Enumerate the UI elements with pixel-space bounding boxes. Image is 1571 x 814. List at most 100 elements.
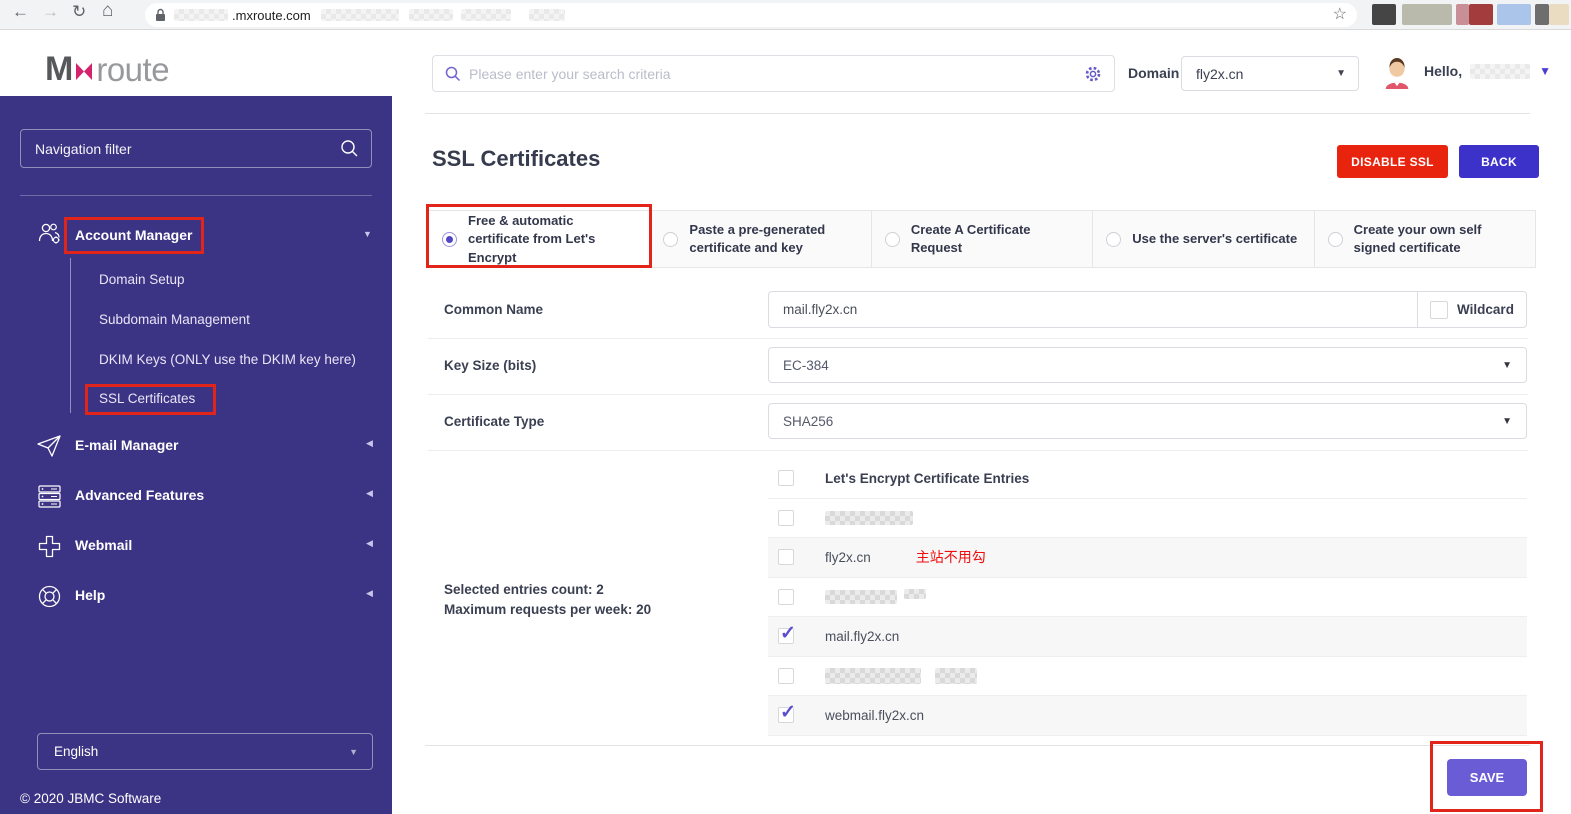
tab-self-signed[interactable]: Create your own self signed certificate xyxy=(1314,211,1536,268)
back-icon[interactable]: ← xyxy=(12,2,29,22)
chevron-left-icon[interactable]: ◀ xyxy=(366,588,373,599)
select-all-checkbox[interactable] xyxy=(778,470,794,487)
entries-header-label: Let's Encrypt Certificate Entries xyxy=(825,470,1030,486)
common-name-group: Wildcard xyxy=(768,291,1527,328)
chevron-left-icon[interactable]: ◀ xyxy=(366,488,373,499)
tab-label: Create A Certificate Request xyxy=(910,221,1031,255)
save-button[interactable]: SAVE xyxy=(1447,759,1527,796)
disable-ssl-button[interactable]: DISABLE SSL xyxy=(1337,145,1448,178)
home-icon[interactable]: ⌂ xyxy=(102,0,113,22)
chevron-down-icon: ▼ xyxy=(1502,359,1512,371)
sidebar-item-account-manager[interactable]: Account Manager xyxy=(75,227,192,243)
extension-icon[interactable] xyxy=(1372,4,1396,25)
entry-checkbox[interactable] xyxy=(778,588,794,605)
extension-icon[interactable] xyxy=(1456,4,1469,25)
certificate-type-tabs: Free & automatic certificate from Let's … xyxy=(428,210,1536,268)
certificate-type-select[interactable]: SHA256 ▼ xyxy=(768,403,1527,439)
entry-label: mail.fly2x.cn xyxy=(825,628,900,644)
entry-row xyxy=(768,499,1527,538)
sidebar-item-email-manager[interactable]: E-mail Manager xyxy=(75,437,178,453)
tab-server-certificate[interactable]: Use the server's certificate xyxy=(1093,211,1315,268)
refresh-icon[interactable]: ↻ xyxy=(72,2,86,22)
tab-certificate-request[interactable]: Create A Certificate Request xyxy=(871,211,1094,268)
extension-icon[interactable] xyxy=(1497,4,1531,25)
gear-icon[interactable] xyxy=(1084,65,1102,83)
webmail-icon xyxy=(38,535,61,558)
search-icon xyxy=(445,66,461,81)
entry-checkbox-checked[interactable]: ✓ xyxy=(778,623,796,645)
wildcard-toggle[interactable]: Wildcard xyxy=(1418,292,1526,327)
entry-checkbox[interactable] xyxy=(778,509,794,526)
domain-label: Domain xyxy=(1128,65,1180,81)
divider xyxy=(428,450,1528,451)
tab-label: Free & automatic certificate from Let's … xyxy=(468,213,596,265)
divider xyxy=(425,113,1530,114)
tab-paste-certificate[interactable]: Paste a pre-generated certificate and ke… xyxy=(650,211,872,268)
divider xyxy=(428,338,1528,339)
mxroute-logo: M route xyxy=(45,50,170,89)
divider xyxy=(425,745,1530,746)
back-button[interactable]: BACK xyxy=(1459,145,1539,178)
wildcard-label: Wildcard xyxy=(1457,302,1514,317)
submenu-guide-line xyxy=(70,258,71,413)
wildcard-checkbox[interactable] xyxy=(1430,300,1449,319)
forward-icon[interactable]: → xyxy=(42,2,59,22)
logo-arrows-icon xyxy=(76,63,93,80)
sidebar-item-dkim-keys[interactable]: DKIM Keys (ONLY use the DKIM key here) xyxy=(99,352,356,367)
key-size-value: EC-384 xyxy=(783,357,829,373)
bookmark-star-icon[interactable]: ☆ xyxy=(1333,7,1347,23)
sidebar-item-advanced-features[interactable]: Advanced Features xyxy=(75,487,204,503)
chevron-left-icon[interactable]: ◀ xyxy=(366,438,373,449)
global-search[interactable] xyxy=(432,55,1115,92)
entry-label-redacted xyxy=(904,588,926,599)
address-bar[interactable]: .mxroute.com ☆ xyxy=(145,3,1357,27)
chevron-left-icon[interactable]: ◀ xyxy=(366,538,373,549)
user-menu[interactable]: Hello, ▼ xyxy=(1424,63,1551,79)
navigation-filter-input[interactable] xyxy=(20,129,372,168)
entry-label-redacted xyxy=(825,667,921,684)
sidebar-item-subdomain-management[interactable]: Subdomain Management xyxy=(99,312,250,327)
entry-checkbox-checked[interactable]: ✓ xyxy=(778,702,796,724)
common-name-input[interactable] xyxy=(769,292,1418,327)
tab-free-letsencrypt[interactable]: Free & automatic certificate from Let's … xyxy=(429,211,651,268)
tab-label: Paste a pre-generated certificate and ke… xyxy=(689,221,826,255)
language-select[interactable]: English ▼ xyxy=(37,733,373,770)
max-requests-per-week: Maximum requests per week: 20 xyxy=(444,602,652,617)
logo-word-route: route xyxy=(96,50,170,88)
chevron-down-icon: ▼ xyxy=(349,746,358,757)
chevron-down-icon: ▼ xyxy=(1336,68,1346,79)
checkmark-icon: ✓ xyxy=(780,623,796,645)
domain-select[interactable]: fly2x.cn ▼ xyxy=(1181,56,1359,91)
sidebar-item-webmail[interactable]: Webmail xyxy=(75,537,132,553)
entry-label: webmail.fly2x.cn xyxy=(825,707,925,723)
sidebar-item-help[interactable]: Help xyxy=(75,587,105,603)
entry-row xyxy=(768,578,1527,617)
search-input[interactable] xyxy=(469,65,1084,82)
tab-label: Create your own self signed certificate xyxy=(1353,221,1482,255)
entry-label: fly2x.cn xyxy=(825,549,871,565)
common-name-label: Common Name xyxy=(444,302,544,317)
url-redacted-segment xyxy=(320,9,399,21)
chevron-down-icon[interactable]: ▼ xyxy=(363,229,372,239)
extension-icon[interactable] xyxy=(1469,4,1493,25)
sidebar-item-ssl-certificates[interactable]: SSL Certificates xyxy=(99,391,195,406)
key-size-label: Key Size (bits) xyxy=(444,358,537,373)
entry-checkbox[interactable] xyxy=(778,667,794,684)
divider xyxy=(20,195,372,196)
extension-icon[interactable] xyxy=(1535,4,1549,25)
key-size-select[interactable]: EC-384 ▼ xyxy=(768,347,1527,383)
chevron-down-icon: ▼ xyxy=(1502,415,1512,427)
certificate-type-label: Certificate Type xyxy=(444,414,545,429)
extension-icon[interactable] xyxy=(1549,4,1569,25)
chevron-down-icon: ▼ xyxy=(1539,64,1552,78)
sidebar-item-domain-setup[interactable]: Domain Setup xyxy=(99,272,185,287)
email-manager-icon xyxy=(37,435,61,457)
radio-selected-icon xyxy=(442,232,457,247)
copyright-text: © 2020 JBMC Software xyxy=(20,791,162,806)
greeting-text: Hello, xyxy=(1424,63,1463,79)
username-redacted xyxy=(1470,63,1531,79)
extension-icon[interactable] xyxy=(1402,4,1452,25)
entry-checkbox[interactable] xyxy=(778,549,794,566)
radio-icon xyxy=(1327,231,1343,247)
search-icon xyxy=(341,140,358,157)
